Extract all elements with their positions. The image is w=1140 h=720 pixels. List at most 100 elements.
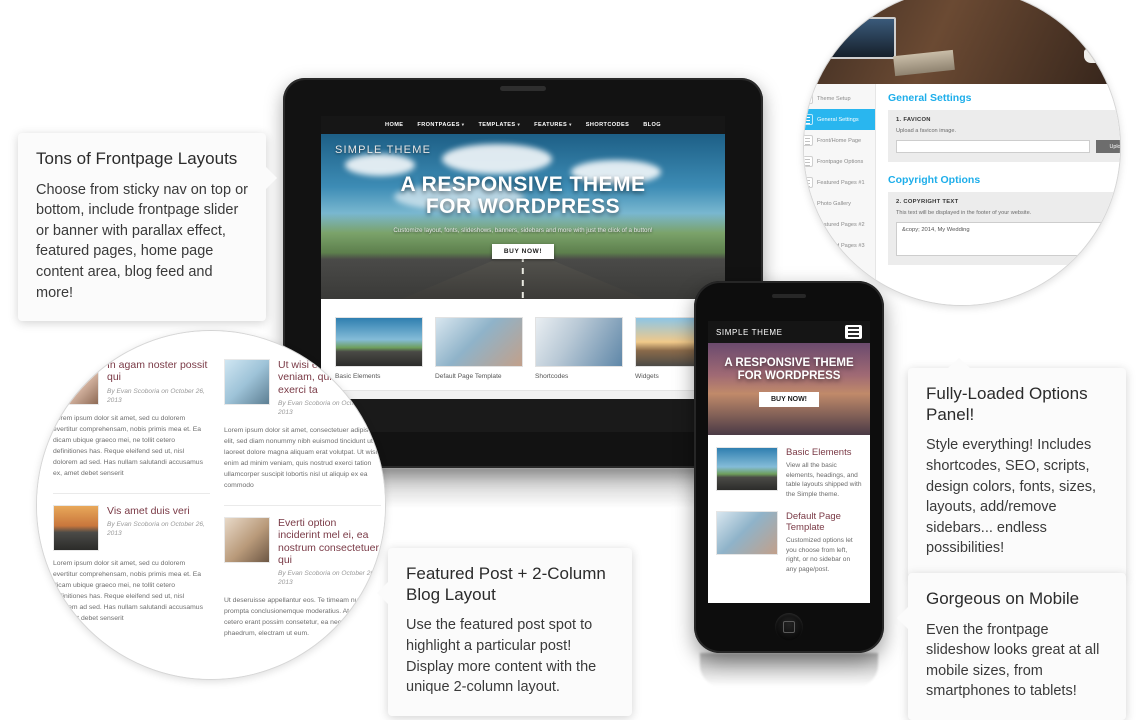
- phone-feature-item[interactable]: Basic Elements View all the basic elemen…: [708, 435, 870, 499]
- callout-title: Gorgeous on Mobile: [926, 589, 1080, 608]
- page-icon: [804, 261, 813, 272]
- blog-post[interactable]: Everti option inciderint mel ei, ea nost…: [224, 516, 381, 639]
- callout-body: Use the featured post spot to highlight …: [406, 617, 597, 696]
- blog-post[interactable]: Ut wisi enim ad minim veniam, quis nostr…: [224, 359, 381, 491]
- callout-tail: [377, 582, 388, 604]
- blog-post[interactable]: In agam noster possit qui By Evan Scobor…: [53, 359, 210, 479]
- poster-stage: HOME FRONTPAGES ▾ TEMPLATES ▾ FEATURES ▾…: [0, 0, 1140, 720]
- options-banner: WE TO YOUR NI: [804, 0, 1120, 84]
- divider: [224, 504, 381, 506]
- sidebar-item-frontpage-options[interactable]: Frontpage Options: [804, 151, 875, 172]
- copyright-textarea[interactable]: &copy; 2014, My Wedding: [896, 222, 1120, 256]
- favicon-field-row: Upload: [896, 140, 1120, 153]
- buy-now-button[interactable]: BUY NOW!: [491, 243, 555, 259]
- featured-page-label: Default Page Template: [435, 373, 502, 380]
- phone-home-button[interactable]: [775, 613, 803, 641]
- featured-page-thumbnail: [435, 317, 523, 367]
- phone-feature-item[interactable]: Default Page Template Customized options…: [708, 499, 870, 574]
- blog-column-left: In agam noster possit qui By Evan Scobor…: [53, 359, 210, 653]
- blog-footer-post-title[interactable]: us imperdiet mel: [53, 659, 381, 671]
- blog-layout-circle: In agam noster possit qui By Evan Scobor…: [36, 330, 386, 680]
- favicon-field-desc: Upload a favicon image.: [896, 128, 957, 134]
- blog-post-header: In agam noster possit qui By Evan Scobor…: [53, 359, 210, 406]
- hero-subtitle: Customize layout, fonts, slideshows, ban…: [393, 226, 653, 234]
- featured-page-card[interactable]: Shortcodes: [535, 317, 623, 380]
- blog-post-header: Vis amet duis veri By Evan Scoboria on O…: [53, 504, 210, 551]
- sidebar-item-featured-pages-2[interactable]: Featured Pages #2: [804, 214, 875, 235]
- nav-item-blog[interactable]: BLOG: [643, 122, 661, 128]
- favicon-field-card: 1. FAVICON Upload a favicon image. Uploa…: [888, 110, 1120, 162]
- favicon-input[interactable]: [896, 140, 1090, 153]
- blog-post-thumbnail: [53, 359, 99, 405]
- phone-hero-title-line2: FOR WORDPRESS: [737, 369, 841, 382]
- callout-body: Style everything! Includes shortcodes, S…: [926, 437, 1097, 557]
- gear-icon: [804, 114, 813, 125]
- phone-feature-title: Basic Elements: [786, 447, 852, 458]
- blog-post-thumbnail: [224, 516, 270, 563]
- callout-title: Tons of Frontpage Layouts: [36, 149, 238, 168]
- phone-feature-title: Default Page Template: [786, 511, 841, 534]
- blog-post-title[interactable]: Everti option inciderint mel ei, ea nost…: [278, 517, 381, 567]
- featured-page-thumbnail: [535, 317, 623, 367]
- blog-post-thumbnail: [224, 359, 270, 405]
- blog-post-body: Ut deseruisse appellantur eos. Te timeam…: [224, 597, 371, 638]
- blog-post-title[interactable]: Ut wisi enim ad minim veniam, quis nostr…: [278, 359, 381, 396]
- phone-feature-desc: Customized options let you choose from l…: [786, 537, 853, 573]
- hero-text: A RESPONSIVE THEME FOR WORDPRESS Customi…: [321, 174, 725, 259]
- nav-item-templates[interactable]: TEMPLATES ▾: [478, 122, 520, 128]
- nav-item-shortcodes[interactable]: SHORTCODES: [586, 122, 629, 128]
- blog-post-title[interactable]: Vis amet duis veri: [107, 505, 210, 517]
- nav-item-features[interactable]: FEATURES ▾: [534, 122, 572, 128]
- sidebar-item-label: Front/Home Page: [817, 137, 862, 144]
- page-icon: [804, 156, 813, 167]
- blog-screenshot: In agam noster possit qui By Evan Scobor…: [37, 331, 385, 679]
- hamburger-menu-icon[interactable]: [845, 325, 862, 339]
- phone-device: SIMPLE THEME A RESPONSIVE THEME FOR WORD…: [694, 281, 884, 653]
- phone-feature-thumbnail: [716, 511, 778, 556]
- blog-post-title[interactable]: In agam noster possit qui: [107, 359, 210, 384]
- blog-column-right: Ut wisi enim ad minim veniam, quis nostr…: [224, 359, 381, 653]
- blog-post[interactable]: Vis amet duis veri By Evan Scoboria on O…: [53, 504, 210, 624]
- options-sidebar: Theme Setup General Settings Front/Home …: [804, 84, 876, 305]
- cloud-shape: [442, 143, 553, 174]
- site-navigation[interactable]: HOME FRONTPAGES ▾ TEMPLATES ▾ FEATURES ▾…: [321, 116, 725, 134]
- phone-buy-now-button[interactable]: BUY NOW!: [758, 391, 820, 407]
- copyright-field-desc: This text will be displayed in the foote…: [896, 210, 1032, 216]
- options-panel-circle: WE TO YOUR NI Theme Setup General Settin…: [803, 0, 1121, 306]
- callout-tail: [948, 358, 970, 368]
- hero-title: A RESPONSIVE THEME FOR WORDPRESS: [321, 174, 725, 218]
- blog-post-meta: By Evan Scoboria on October 26, 2013: [278, 400, 376, 417]
- section-heading-copyright-options: Copyright Options: [888, 174, 981, 186]
- callout-title: Featured Post + 2-Column Blog Layout: [406, 564, 606, 604]
- hero-slider: SIMPLE THEME A RESPONSIVE THEME FOR WORD…: [321, 134, 725, 299]
- sidebar-item-label: Theme Setup: [817, 95, 851, 102]
- sidebar-item-label: RSVP Info: [817, 263, 844, 270]
- road-graphic: [401, 256, 645, 299]
- featured-page-card[interactable]: Default Page Template: [435, 317, 523, 380]
- phone-reflection: [700, 653, 878, 687]
- sidebar-item-photo-gallery[interactable]: Photo Gallery: [804, 193, 875, 214]
- options-main-content: General Settings 1. FAVICON Upload a fav…: [876, 84, 1120, 305]
- phone-screen: SIMPLE THEME A RESPONSIVE THEME FOR WORD…: [708, 321, 870, 603]
- section-heading-general-settings: General Settings: [888, 92, 972, 104]
- sidebar-item-theme-setup[interactable]: Theme Setup: [804, 88, 875, 109]
- sidebar-item-featured-pages-1[interactable]: Featured Pages #1: [804, 172, 875, 193]
- upload-button[interactable]: Upload: [1096, 140, 1120, 153]
- sidebar-item-general-settings[interactable]: General Settings: [804, 109, 875, 130]
- divider: [53, 492, 210, 494]
- copyright-field-card: 2. COPYRIGHT TEXT This text will be disp…: [888, 192, 1120, 265]
- page-icon: [804, 240, 813, 251]
- page-icon: [804, 135, 813, 146]
- sidebar-item-featured-pages-3[interactable]: Featured Pages #3: [804, 235, 875, 256]
- blog-two-columns: In agam noster possit qui By Evan Scobor…: [53, 359, 381, 653]
- nav-item-home[interactable]: HOME: [385, 122, 403, 128]
- nav-item-frontpages[interactable]: FRONTPAGES ▾: [417, 122, 464, 128]
- sidebar-item-front-home-page[interactable]: Front/Home Page: [804, 130, 875, 151]
- sidebar-item-label: Featured Pages #3: [817, 242, 865, 249]
- callout-frontpage-layouts: Tons of Frontpage Layouts Choose from st…: [18, 133, 277, 322]
- phone-feature-desc: View all the basic elements, headings, a…: [786, 462, 862, 498]
- copyright-field-label: 2. COPYRIGHT TEXT: [896, 199, 959, 205]
- image-icon: [804, 198, 813, 209]
- sidebar-item-rsvp-info[interactable]: RSVP Info: [804, 256, 875, 277]
- page-icon: [804, 177, 813, 188]
